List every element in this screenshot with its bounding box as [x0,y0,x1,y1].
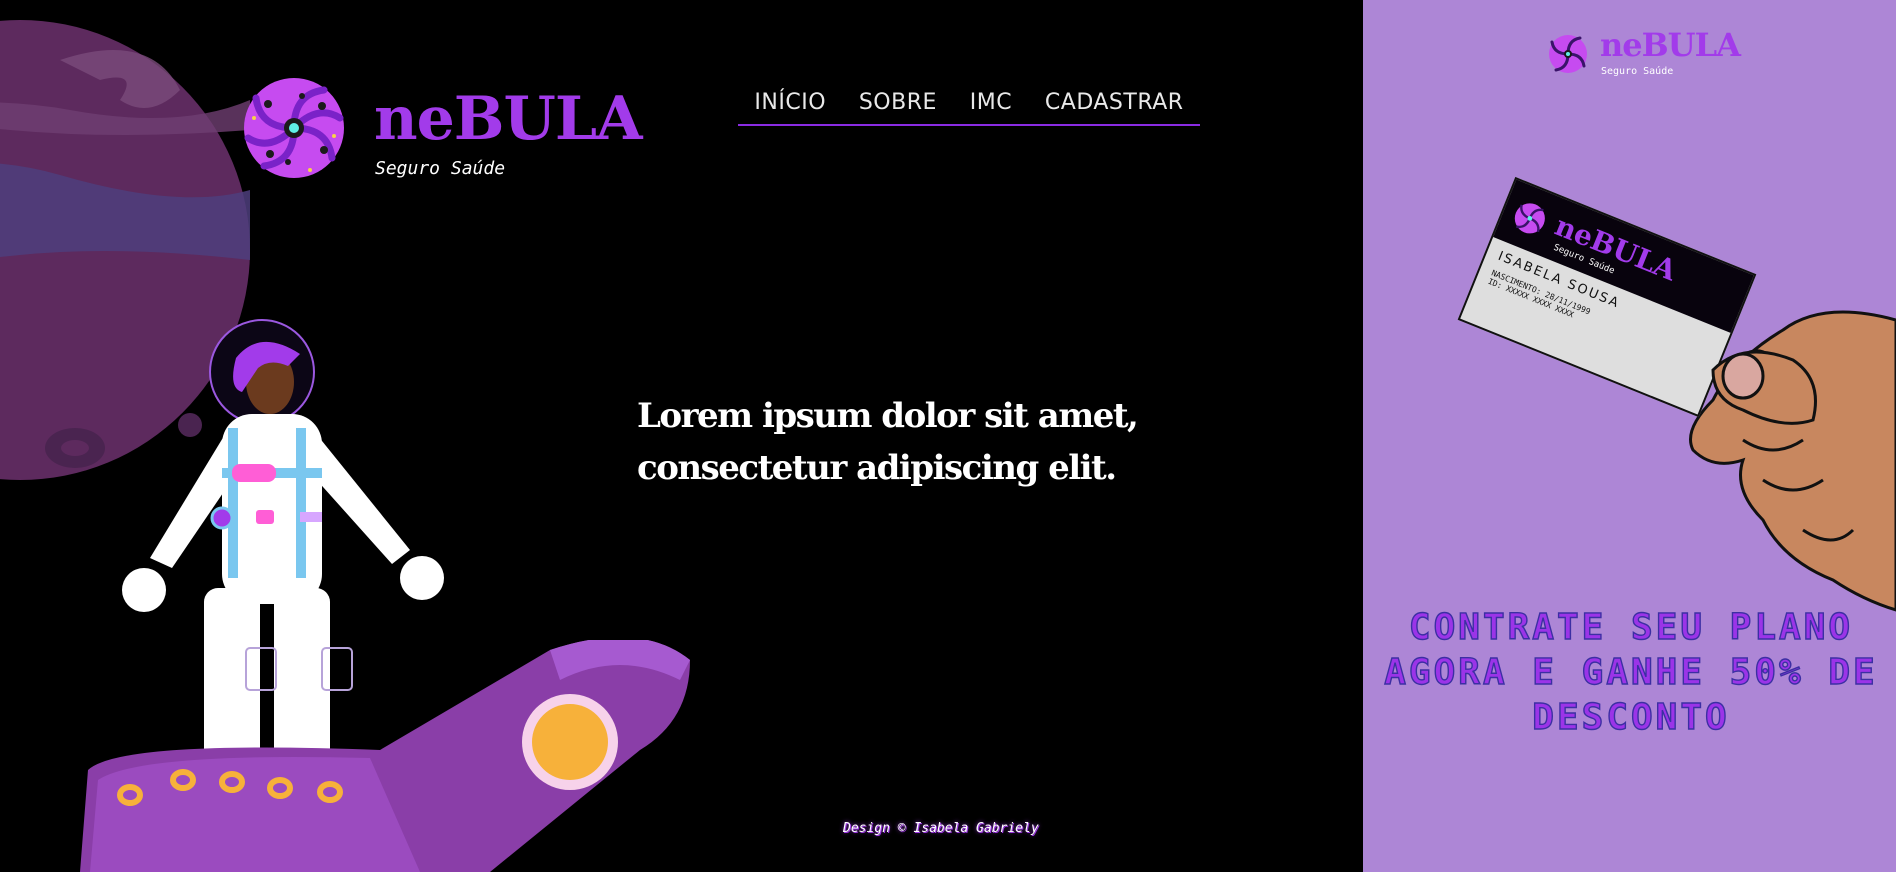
hero-headline: Lorem ipsum dolor sit amet, consectetur … [637,396,1139,488]
sidebar-logo-icon [1549,35,1587,73]
nav-link-cadastrar[interactable]: CADASTRAR [1045,90,1184,115]
nav-link-inicio[interactable]: INÍCIO [754,90,826,115]
thumb-illustration [1711,350,1817,425]
sidebar-brand-tagline: Seguro Saúde [1601,66,1674,77]
promo-text: CONTRATE SEU PLANO AGORA E GANHE 50% DE … [1384,606,1878,738]
nav-link-sobre[interactable]: SOBRE [859,90,937,115]
main-nav: INÍCIO SOBRE IMC CADASTRAR [738,90,1200,126]
promo-sidebar: neBULA Seguro Saúde neBULA Seguro Saúde … [1363,0,1896,872]
nav-link-imc[interactable]: IMC [970,90,1012,115]
brand-name: neBULA [374,84,643,154]
footer-credit: Design © Isabela Gabriely [843,821,1039,836]
spaceship-illustration [80,640,690,872]
main-panel: neBULA Seguro Saúde INÍCIO SOBRE IMC CAD… [0,0,1363,872]
brand-tagline: Seguro Saúde [375,158,506,179]
sidebar-brand-name: neBULA [1600,26,1741,64]
nebula-logo-icon [244,78,344,178]
card-logo-icon [1514,203,1545,234]
